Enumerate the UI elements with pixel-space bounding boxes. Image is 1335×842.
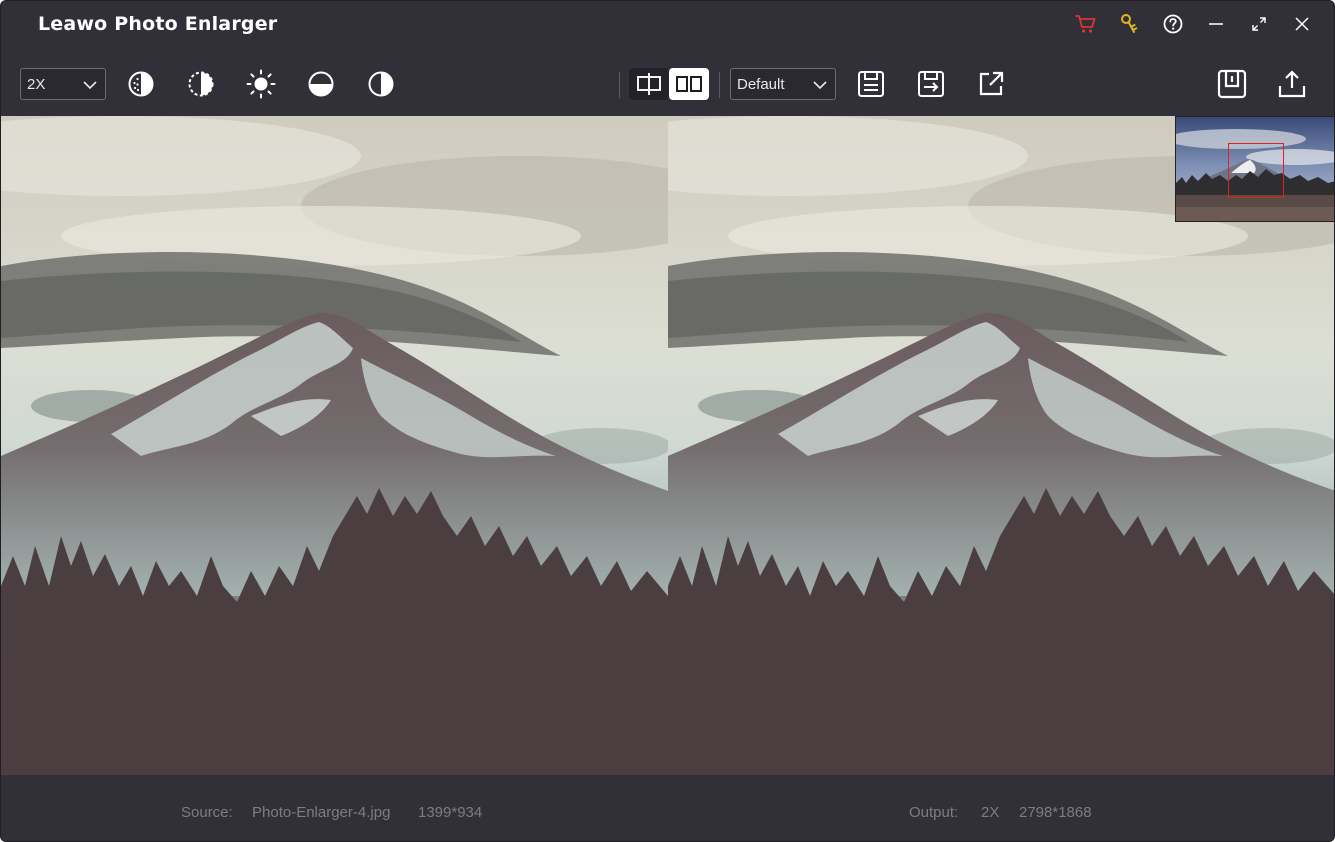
- brightness-icon: [246, 69, 276, 99]
- exposure-icon: [308, 71, 334, 97]
- navigator-thumbnail[interactable]: [1175, 116, 1334, 222]
- output-label: Output:: [909, 804, 959, 821]
- image-viewer[interactable]: [1, 116, 1334, 775]
- title-bar[interactable]: Leawo Photo Enlarger: [1, 1, 1334, 51]
- save-as-icon: [918, 71, 944, 97]
- save-as-button[interactable]: [916, 69, 946, 99]
- preset-select-value: Default: [737, 75, 785, 93]
- source-filename: Photo-Enlarger-4.jpg: [252, 804, 391, 821]
- split-view-button[interactable]: [669, 68, 709, 100]
- status-bar: Source: Photo-Enlarger-4.jpg 1399*934 Ou…: [1, 775, 1334, 841]
- toolbar-divider: [619, 72, 620, 98]
- preset-select[interactable]: Default: [730, 68, 836, 100]
- source-label: Source:: [181, 804, 233, 821]
- denoise-icon: [128, 71, 154, 97]
- source-image-pane[interactable]: [1, 116, 668, 775]
- key-icon[interactable]: [1117, 11, 1143, 37]
- open-external-icon: [979, 71, 1004, 96]
- help-icon[interactable]: [1160, 11, 1186, 37]
- export-button[interactable]: [1277, 69, 1307, 99]
- toolbar: 2X Default: [1, 51, 1334, 116]
- app-title: Leawo Photo Enlarger: [38, 13, 278, 35]
- saturation-button[interactable]: [186, 69, 216, 99]
- chevron-down-icon: [83, 81, 97, 90]
- brightness-button[interactable]: [246, 69, 276, 99]
- scale-select[interactable]: 2X: [20, 68, 106, 100]
- open-external-button[interactable]: [976, 69, 1006, 99]
- navigator-viewport-frame[interactable]: [1228, 143, 1284, 198]
- scale-select-value: 2X: [27, 75, 46, 93]
- toolbar-divider: [719, 72, 720, 98]
- source-resolution: 1399*934: [418, 804, 483, 821]
- denoise-button[interactable]: [126, 69, 156, 99]
- contrast-button[interactable]: [366, 69, 396, 99]
- contrast-icon: [368, 71, 394, 97]
- exposure-button[interactable]: [306, 69, 336, 99]
- chevron-down-icon: [813, 81, 827, 90]
- source-image: [1, 116, 668, 775]
- save-button[interactable]: [856, 69, 886, 99]
- single-view-button[interactable]: [629, 68, 669, 100]
- split-view-icon: [676, 76, 702, 92]
- minimize-icon[interactable]: [1203, 11, 1229, 37]
- app-window: Leawo Photo Enlarger 2X Default Source: …: [0, 0, 1335, 842]
- save-icon: [858, 71, 884, 97]
- output-scale: 2X: [981, 804, 1000, 821]
- single-view-icon: [637, 73, 661, 95]
- cart-icon[interactable]: [1073, 11, 1099, 37]
- close-icon[interactable]: [1289, 11, 1315, 37]
- maximize-icon[interactable]: [1246, 11, 1272, 37]
- export-icon: [1278, 70, 1306, 98]
- saturation-icon: [188, 71, 214, 97]
- output-resolution: 2798*1868: [1019, 804, 1092, 821]
- save-all-icon: [1217, 69, 1247, 99]
- save-all-button[interactable]: [1217, 69, 1247, 99]
